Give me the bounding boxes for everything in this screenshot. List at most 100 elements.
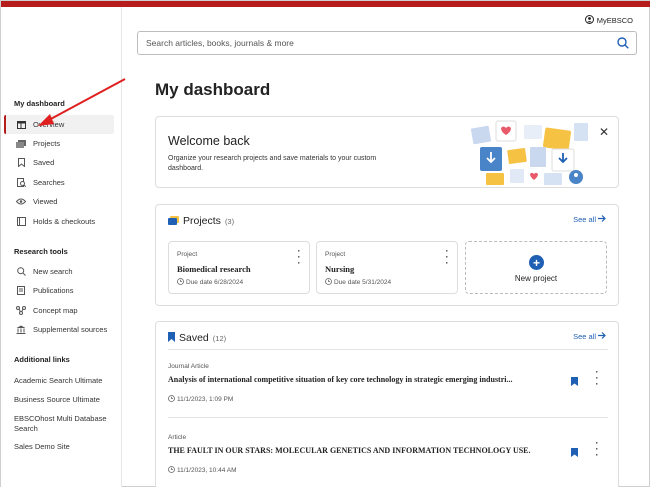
sidebar: My dashboard Overview Projects Saved Sea… — [1, 7, 122, 487]
bookmark-filled-icon[interactable] — [571, 373, 578, 391]
search-icon — [16, 267, 26, 277]
sidebar-item-saved[interactable]: Saved — [4, 153, 114, 172]
project-name: Nursing — [325, 264, 355, 274]
welcome-illustration — [470, 120, 588, 185]
welcome-text: Organize your research projects and save… — [168, 155, 377, 172]
myebsco-account-button[interactable]: MyEBSCO — [584, 15, 633, 26]
user-icon — [584, 15, 594, 26]
sidebar-item-supplemental[interactable]: Supplemental sources — [4, 320, 114, 339]
saved-item-2[interactable]: Article THE FAULT IN OUR STARS: MOLECULA… — [168, 434, 608, 475]
sidebar-item-searches[interactable]: Searches — [4, 173, 114, 192]
sidebar-item-label: Concept map — [33, 306, 78, 315]
sidebar-item-label: Projects — [33, 139, 61, 148]
item-date-text: 11/1/2023, 10:44 AM — [177, 467, 237, 474]
see-all-label: See all — [573, 332, 596, 341]
concept-map-icon — [16, 306, 26, 316]
project-due-date: Due date 5/31/2024 — [325, 278, 391, 287]
search-icon — [617, 37, 629, 49]
clock-icon — [168, 466, 175, 475]
sidebar-heading-dashboard: My dashboard — [14, 99, 65, 108]
item-title[interactable]: THE FAULT IN OUR STARS: MOLECULAR GENETI… — [168, 446, 568, 455]
sidebar-item-overview[interactable]: Overview — [4, 115, 114, 134]
publications-icon — [16, 286, 26, 296]
overview-icon — [16, 120, 26, 130]
clock-icon — [168, 395, 175, 404]
more-options-icon[interactable]: · · · — [297, 247, 301, 268]
folder-icon — [168, 212, 179, 230]
link-sales-demo-site[interactable]: Sales Demo Site — [14, 442, 118, 452]
close-icon[interactable]: ✕ — [599, 125, 609, 139]
clock-icon — [325, 278, 332, 287]
project-card-nursing[interactable]: Project Nursing Due date 5/31/2024 · · · — [316, 241, 458, 294]
item-title[interactable]: Analysis of international competitive si… — [168, 375, 568, 384]
see-all-label: See all — [573, 215, 596, 224]
item-type: Article — [168, 434, 187, 441]
divider — [168, 417, 608, 418]
due-date-text: Due date 6/28/2024 — [186, 279, 244, 286]
sidebar-item-holds[interactable]: Holds & checkouts — [4, 212, 114, 231]
plus-icon: + — [529, 255, 544, 270]
item-date: 11/1/2023, 1:09 PM — [168, 395, 608, 404]
project-due-date: Due date 6/28/2024 — [177, 278, 243, 287]
sidebar-item-label: Supplemental sources — [33, 325, 108, 334]
projects-card: Projects (3) See all Project Biomedical … — [155, 204, 619, 306]
saved-card: Saved (12) See all Journal Article Analy… — [155, 321, 619, 487]
item-type: Journal Article — [168, 363, 209, 370]
sidebar-item-projects[interactable]: Projects — [4, 134, 114, 153]
project-type: Project — [325, 251, 346, 258]
account-label: MyEBSCO — [596, 16, 633, 25]
arrow-right-icon — [598, 215, 606, 224]
saved-item-1[interactable]: Journal Article Analysis of internationa… — [168, 363, 608, 404]
due-date-text: Due date 5/31/2024 — [334, 279, 392, 286]
saved-title: Saved — [179, 332, 209, 344]
link-business-source-ultimate[interactable]: Business Source Ultimate — [14, 395, 118, 405]
link-academic-search-ultimate[interactable]: Academic Search Ultimate — [14, 376, 118, 386]
welcome-title: Welcome back — [168, 134, 250, 148]
sidebar-heading-links: Additional links — [14, 355, 70, 364]
welcome-card: Welcome back Organize your research proj… — [155, 116, 619, 188]
sidebar-item-label: New search — [33, 267, 73, 276]
projects-count: (3) — [224, 216, 235, 226]
bookmark-filled-icon[interactable] — [571, 444, 578, 462]
project-name: Biomedical research — [177, 264, 251, 274]
book-icon — [16, 217, 26, 227]
eye-icon — [16, 197, 26, 207]
more-options-icon[interactable]: · · · — [595, 368, 599, 389]
clock-icon — [177, 278, 184, 287]
sidebar-item-label: Viewed — [33, 197, 58, 206]
sidebar-item-new-search[interactable]: New search — [4, 262, 114, 281]
sidebar-item-viewed[interactable]: Viewed — [4, 192, 114, 211]
bookmark-icon — [168, 329, 175, 347]
saved-count: (12) — [212, 333, 227, 343]
link-ebscohost-multi-database[interactable]: EBSCOhost Multi Database Search — [14, 414, 118, 434]
item-date-text: 11/1/2023, 1:09 PM — [177, 396, 234, 403]
sidebar-item-label: Overview — [33, 120, 65, 129]
sidebar-item-label: Searches — [33, 178, 65, 187]
search-bar — [137, 31, 637, 55]
project-card-biomedical[interactable]: Project Biomedical research Due date 6/2… — [168, 241, 310, 294]
more-options-icon[interactable]: · · · — [445, 247, 449, 268]
divider — [168, 349, 608, 350]
sidebar-item-label: Holds & checkouts — [33, 217, 96, 226]
sidebar-item-label: Publications — [33, 286, 74, 295]
project-type: Project — [177, 251, 198, 258]
arrow-right-icon — [598, 332, 606, 341]
sidebar-item-label: Saved — [33, 158, 55, 167]
sidebar-heading-research: Research tools — [14, 247, 68, 256]
page-title: My dashboard — [155, 80, 271, 99]
new-project-label: New project — [514, 274, 558, 283]
item-date: 11/1/2023, 10:44 AM — [168, 466, 608, 475]
more-options-icon[interactable]: · · · — [595, 439, 599, 460]
search-input[interactable] — [146, 38, 610, 48]
saved-see-all-link[interactable]: See all — [573, 332, 606, 341]
search-submit-button[interactable] — [610, 32, 636, 54]
sidebar-item-publications[interactable]: Publications — [4, 281, 114, 300]
projects-title: Projects — [183, 215, 221, 227]
new-project-button[interactable]: + New project — [465, 241, 607, 294]
search-history-icon — [16, 178, 26, 188]
bookmark-icon — [16, 158, 26, 168]
institution-icon — [16, 325, 26, 335]
sidebar-item-concept-map[interactable]: Concept map — [4, 301, 114, 320]
projects-see-all-link[interactable]: See all — [573, 215, 606, 224]
folders-icon — [16, 139, 26, 149]
